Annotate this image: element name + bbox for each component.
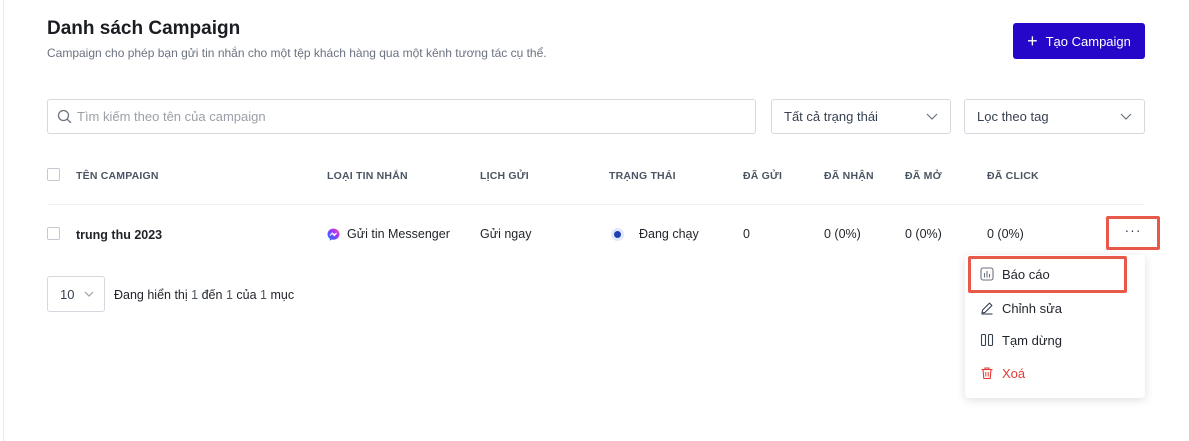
message-type-label: Gửi tin Messenger <box>347 227 450 241</box>
pagination-of-text: của <box>236 288 257 302</box>
search-box[interactable] <box>47 99 756 134</box>
column-header-sent[interactable]: ĐÃ GỬI <box>743 170 782 182</box>
page-subtitle: Campaign cho phép bạn gửi tin nhắn cho m… <box>47 46 547 60</box>
create-campaign-label: Tạo Campaign <box>1045 33 1131 49</box>
opened-count: 0 (0%) <box>905 227 942 241</box>
column-header-received[interactable]: ĐÃ NHẬN <box>824 170 874 182</box>
campaign-name[interactable]: trung thu 2023 <box>76 228 162 242</box>
create-campaign-button[interactable]: + Tạo Campaign <box>1013 23 1145 59</box>
pause-icon <box>980 333 994 347</box>
pagination-suffix: mục <box>270 288 295 302</box>
menu-item-label: Báo cáo <box>1002 266 1050 282</box>
chevron-down-icon <box>926 113 938 120</box>
column-header-clicked[interactable]: ĐÃ CLICK <box>987 170 1039 182</box>
tag-filter-select[interactable]: Lọc theo tag <box>964 99 1145 134</box>
row-more-actions-button[interactable]: ··· <box>1106 216 1160 250</box>
row-actions-menu: Báo cáo Chỉnh sửa Tạm dừng Xoá <box>965 255 1145 398</box>
page-size-value: 10 <box>60 286 75 302</box>
column-header-message-type[interactable]: LOẠI TIN NHẮN <box>327 170 408 182</box>
menu-item-pause[interactable]: Tạm dừng <box>965 326 1145 354</box>
pagination-to: 1 <box>225 288 233 302</box>
menu-item-label: Tạm dừng <box>1002 332 1063 348</box>
tag-filter-value: Lọc theo tag <box>977 109 1049 124</box>
status-filter-select[interactable]: Tất cả trạng thái <box>771 99 951 134</box>
menu-item-report[interactable]: Báo cáo <box>965 260 1145 288</box>
chevron-down-icon <box>1120 113 1132 120</box>
message-type-cell: Gửi tin Messenger <box>327 227 450 241</box>
pagination-prefix: Đang hiển thị <box>114 288 188 302</box>
column-header-schedule[interactable]: LỊCH GỬI <box>480 170 529 182</box>
row-checkbox[interactable] <box>47 227 60 240</box>
pagination-from: 1 <box>191 288 199 302</box>
plus-icon: + <box>1027 31 1038 51</box>
pencil-icon <box>981 302 993 315</box>
column-header-status[interactable]: TRẠNG THÁI <box>609 170 676 182</box>
chevron-down-icon <box>85 291 94 297</box>
menu-item-edit[interactable]: Chỉnh sửa <box>965 294 1145 322</box>
status-cell: Đang chạy <box>611 227 699 241</box>
search-input[interactable] <box>77 109 717 124</box>
schedule-value: Gửi ngay <box>480 227 532 241</box>
menu-item-label: Chỉnh sửa <box>1002 300 1063 316</box>
page-size-select[interactable]: 10 <box>47 276 105 312</box>
clicked-count: 0 (0%) <box>987 227 1024 241</box>
menu-item-delete[interactable]: Xoá <box>965 359 1145 387</box>
page-left-border <box>3 0 4 441</box>
select-all-checkbox[interactable] <box>47 168 60 181</box>
status-running-icon <box>611 227 624 241</box>
more-dots-icon: ··· <box>1124 222 1142 238</box>
pagination-total: 1 <box>260 288 267 302</box>
trash-icon <box>981 367 993 380</box>
menu-item-label: Xoá <box>1002 365 1026 381</box>
sent-count: 0 <box>743 227 750 241</box>
column-header-name[interactable]: TÊN CAMPAIGN <box>76 170 159 182</box>
status-filter-value: Tất cả trạng thái <box>784 109 878 124</box>
column-header-opened[interactable]: ĐÃ MỞ <box>905 170 942 182</box>
search-icon <box>57 109 72 124</box>
status-label: Đang chạy <box>639 227 699 241</box>
messenger-icon <box>327 228 340 241</box>
pagination-to-text: đến <box>201 288 223 302</box>
received-count: 0 (0%) <box>824 227 861 241</box>
report-chart-icon <box>980 267 994 281</box>
table-header-divider <box>47 204 1145 205</box>
pagination-info: Đang hiển thị 1 đến 1 của 1 mục <box>114 288 294 302</box>
page-title: Danh sách Campaign <box>47 18 241 39</box>
